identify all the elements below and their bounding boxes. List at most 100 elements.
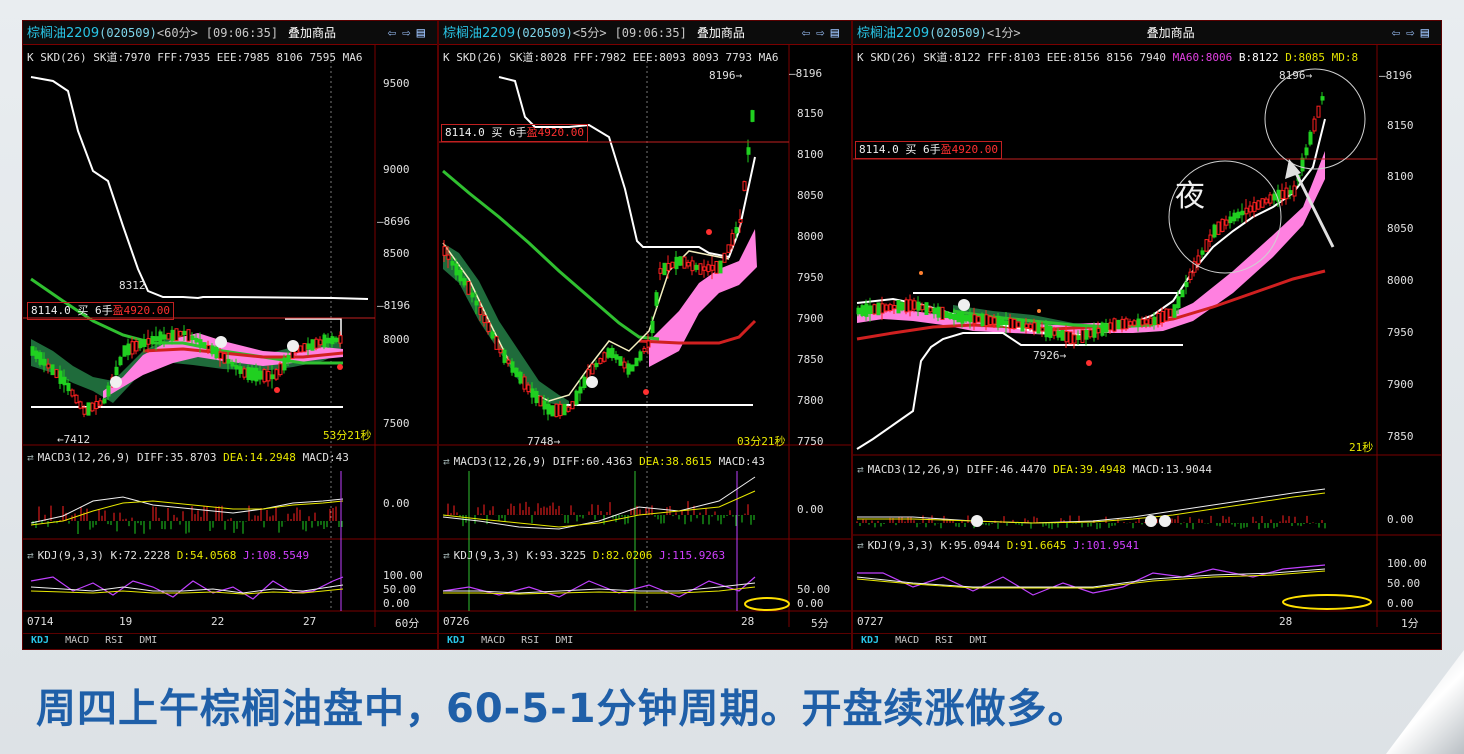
- macd-diff-line: [30, 496, 344, 524]
- candle-body: [1036, 322, 1041, 334]
- macd-zero-tick: 0.00: [1387, 513, 1414, 526]
- candle-body: [1100, 322, 1105, 336]
- candle-body: [214, 346, 219, 359]
- tab-rsi[interactable]: RSI: [927, 634, 961, 648]
- chart-panel-1min[interactable]: 棕榈油2209(020509)<1分> 叠加商品 ⇦⇨▤ K SKD(26) SK…: [852, 20, 1442, 650]
- open-position-box[interactable]: 8114.0 买 6手盈4920.00: [855, 141, 1002, 159]
- resistance-line: [285, 318, 342, 337]
- candle-body: [502, 349, 507, 363]
- tab-rsi[interactable]: RSI: [513, 634, 547, 648]
- candles-5min: [442, 109, 755, 421]
- candle-body: [38, 352, 43, 365]
- high-label: 8196→: [709, 69, 743, 82]
- forward-arrow-icon[interactable]: ⇨: [1406, 25, 1420, 41]
- panel-titlebar: 棕榈油2209(020509)<60分> [09:06:35] 叠加商品 ⇦⇨▤: [23, 21, 437, 45]
- signal-dot: [919, 271, 923, 275]
- candle-body: [1136, 318, 1141, 327]
- chart-panel-5min[interactable]: 棕榈油2209(020509)<5分> [09:06:35] 叠加商品 ⇦⇨▤ K …: [438, 20, 852, 650]
- y-tick: 7950: [797, 271, 824, 284]
- tab-macd[interactable]: MACD: [887, 634, 927, 648]
- candle-body: [1236, 211, 1241, 219]
- forward-arrow-icon[interactable]: ⇨: [402, 25, 416, 41]
- window-layout-icon[interactable]: ▤: [417, 25, 431, 41]
- signal-dot: [706, 229, 712, 235]
- open-position-box[interactable]: 8114.0 买 6手盈4920.00: [441, 124, 588, 142]
- candle-body: [646, 340, 651, 348]
- candle-body: [1200, 250, 1205, 255]
- candle-body: [1112, 318, 1117, 332]
- tab-macd[interactable]: MACD: [473, 634, 513, 648]
- candle-body: [1292, 185, 1297, 197]
- tab-macd[interactable]: MACD: [57, 634, 97, 648]
- candle-body: [1144, 319, 1149, 325]
- candle-body: [478, 307, 483, 315]
- tab-dmi[interactable]: DMI: [131, 634, 165, 648]
- candle-body: [888, 304, 893, 311]
- candle-body: [1204, 239, 1209, 252]
- candle-body: [330, 336, 335, 345]
- ma-white-line: [498, 76, 756, 259]
- candle-body: [62, 376, 67, 386]
- candle-body: [912, 300, 917, 310]
- tab-kdj[interactable]: KDJ: [439, 634, 473, 648]
- y-tick: —8196: [377, 299, 411, 312]
- y-tick: 8000: [383, 333, 410, 346]
- macd-dea-line: [442, 490, 756, 528]
- highlight-ellipse: [1282, 594, 1372, 610]
- signal-dot: [1037, 309, 1041, 313]
- annotation-arrow: [1289, 162, 1335, 248]
- candle-body: [1108, 322, 1113, 331]
- candle-body: [1060, 329, 1065, 341]
- overlay-button[interactable]: 叠加商品: [1147, 26, 1195, 40]
- kdj-tick: 0.00: [797, 597, 824, 610]
- candle-body: [210, 345, 215, 355]
- x-tick: 22: [211, 615, 225, 628]
- period-selector[interactable]: <5分>: [573, 26, 607, 40]
- window-layout-icon[interactable]: ▤: [831, 25, 845, 41]
- candle-body: [270, 374, 275, 380]
- x-tick: 28: [1279, 615, 1293, 628]
- candle-body: [856, 307, 861, 315]
- tab-dmi[interactable]: DMI: [961, 634, 995, 648]
- candle-body: [1076, 335, 1081, 340]
- candle-body: [30, 346, 35, 356]
- open-position-box[interactable]: 8114.0 买 6手盈4920.00: [27, 302, 174, 320]
- candle-body: [976, 316, 981, 323]
- forward-arrow-icon[interactable]: ⇨: [816, 25, 830, 41]
- signal-marker-smile: [971, 515, 983, 527]
- candle-body: [674, 256, 679, 270]
- candle-body: [1104, 323, 1109, 333]
- period-selector[interactable]: <1分>: [987, 26, 1021, 40]
- candle-body: [86, 402, 91, 416]
- tab-kdj[interactable]: KDJ: [23, 634, 57, 648]
- candle-body: [590, 363, 595, 375]
- back-arrow-icon[interactable]: ⇦: [388, 25, 402, 41]
- candle-body: [916, 301, 921, 311]
- clock: [09:06:35]: [614, 26, 687, 40]
- candle-body: [194, 337, 199, 343]
- tab-dmi[interactable]: DMI: [547, 634, 581, 648]
- signal-dot: [274, 387, 280, 393]
- chart-panel-60min[interactable]: 棕榈油2209(020509)<60分> [09:06:35] 叠加商品 ⇦⇨▤ K…: [22, 20, 438, 650]
- candle-body: [872, 304, 877, 315]
- candle-body: [134, 340, 139, 352]
- candle-body: [138, 340, 143, 349]
- period-selector[interactable]: <60分>: [157, 26, 198, 40]
- tab-kdj[interactable]: KDJ: [853, 634, 887, 648]
- candle-body: [634, 357, 639, 367]
- kdj-header: ⇄ KDJ(9,3,3) K:93.3225 D:82.0206 J:115.92…: [443, 549, 726, 562]
- candle-body: [326, 337, 331, 344]
- candle-body: [1256, 200, 1261, 210]
- window-layout-icon[interactable]: ▤: [1421, 25, 1435, 41]
- overlay-button[interactable]: 叠加商品: [288, 26, 336, 40]
- candle-body: [956, 312, 961, 323]
- indicator-header-k: K SKD(26) SK道:8028 FFF:7982 EEE:8093 809…: [443, 51, 779, 64]
- back-arrow-icon[interactable]: ⇦: [1392, 25, 1406, 41]
- candle-body: [642, 347, 647, 353]
- back-arrow-icon[interactable]: ⇦: [802, 25, 816, 41]
- kdj-tick: 0.00: [383, 597, 410, 610]
- overlay-button[interactable]: 叠加商品: [697, 26, 745, 40]
- tab-rsi[interactable]: RSI: [97, 634, 131, 648]
- candle-body: [514, 367, 519, 377]
- night-session-note: 夜: [1175, 179, 1205, 214]
